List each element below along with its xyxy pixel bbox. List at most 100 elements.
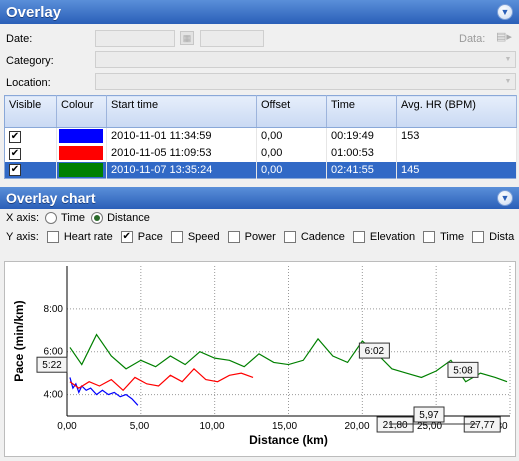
colour-swatch[interactable] xyxy=(59,162,103,177)
y-axis-option-label: Cadence xyxy=(300,231,345,243)
annotation-label: 5:08 xyxy=(453,365,473,376)
x-tick-label: 0,00 xyxy=(57,421,77,432)
start-time-cell: 2010-11-01 11:34:59 xyxy=(106,127,257,145)
y-axis-label: Y axis: xyxy=(6,231,39,243)
annotation-label: 21,80 xyxy=(383,420,408,431)
visible-checkbox[interactable]: ✔ xyxy=(9,147,21,160)
overlay-title: Overlay xyxy=(6,3,62,21)
date-label: Date: xyxy=(6,33,33,45)
chevron-down-icon: ▼ xyxy=(500,6,510,17)
table-row[interactable]: ✔ 2010-11-07 13:35:24 0,00 02:41:55 145 xyxy=(4,161,517,179)
category-label: Category: xyxy=(6,55,54,67)
start-time-cell: 2010-11-05 11:09:53 xyxy=(106,144,257,162)
column-header-visible[interactable]: Visible xyxy=(4,95,57,128)
colour-swatch[interactable] xyxy=(59,129,103,144)
collapse-overlay-button[interactable]: ▼ xyxy=(497,4,513,20)
y-axis-title: Pace (min/km) xyxy=(12,300,26,381)
column-header-offset[interactable]: Offset xyxy=(256,95,327,128)
x-tick-label: 5,00 xyxy=(130,421,150,432)
y-axis-checkbox-heart-rate[interactable] xyxy=(46,231,59,243)
x-axis-option-label: Distance xyxy=(107,212,150,224)
visible-cell[interactable]: ✔ xyxy=(4,127,57,145)
x-tick-label: 10,00 xyxy=(199,421,224,432)
x-tick-label: 25,00 xyxy=(417,421,442,432)
avg-hr-cell xyxy=(396,144,517,162)
annotation-label: 5:22 xyxy=(42,360,62,371)
series-line-0 xyxy=(69,377,139,406)
visible-cell[interactable]: ✔ xyxy=(4,144,57,162)
pace-chart-svg[interactable]: 0,00 5,00 10,00 15,00 20,00 25,00 304:006:008:… xyxy=(5,262,515,456)
overlay-chart-header: Overlay chart ▼ xyxy=(0,187,519,209)
overlay-header: Overlay ▼ xyxy=(0,0,519,24)
data-menu-icon[interactable]: ▤▸ xyxy=(496,30,512,46)
table-header-row: Visible Colour Start time Offset Time Av… xyxy=(4,95,517,128)
y-tick-label: 8:00 xyxy=(44,304,64,315)
time-cell: 00:19:49 xyxy=(326,127,397,145)
y-axis-option-label: Pace xyxy=(137,231,163,243)
y-axis-option-label: Dista xyxy=(489,231,515,243)
category-select[interactable]: ▼ xyxy=(95,51,516,68)
y-tick-label: 6:00 xyxy=(44,347,64,358)
y-axis-checkbox-cadence[interactable] xyxy=(283,231,296,243)
annotation-label: 5,97 xyxy=(419,410,439,421)
chevron-down-icon: ▼ xyxy=(504,78,512,85)
y-axis-option-label: Elevation xyxy=(369,231,416,243)
y-axis-checkbox-speed[interactable] xyxy=(170,231,183,243)
offset-cell[interactable]: 0,00 xyxy=(256,161,327,179)
colour-cell[interactable] xyxy=(56,161,107,179)
y-axis-option-label: Heart rate xyxy=(63,231,113,243)
avg-hr-cell: 153 xyxy=(396,127,517,145)
x-axis-title: Distance (km) xyxy=(249,433,328,447)
x-axis-radio-distance[interactable] xyxy=(91,212,104,224)
calendar-icon[interactable]: ▦ xyxy=(180,31,194,45)
y-axis-checkbox-elevation[interactable] xyxy=(352,231,365,243)
data-label: Data: xyxy=(459,33,486,45)
y-axis-checkbox-dista[interactable] xyxy=(472,231,485,243)
y-axis-checkbox-power[interactable] xyxy=(227,231,240,243)
date-from-field[interactable] xyxy=(95,30,175,47)
y-axis-option-label: Power xyxy=(244,231,276,243)
offset-cell[interactable]: 0,00 xyxy=(256,144,327,162)
visible-checkbox[interactable]: ✔ xyxy=(9,164,21,177)
annotation-label: 6:02 xyxy=(365,346,385,357)
collapse-chart-button[interactable]: ▼ xyxy=(497,190,513,206)
y-axis-checkbox-pace[interactable]: ✔ xyxy=(120,231,133,243)
colour-swatch[interactable] xyxy=(59,146,103,160)
location-label: Location: xyxy=(6,77,51,89)
chevron-down-icon: ▼ xyxy=(500,192,510,203)
overlay-chart[interactable]: 0,00 5,00 10,00 15,00 20,00 25,00 30 4:00 6:00 8:… xyxy=(4,261,516,457)
chevron-down-icon: ▼ xyxy=(504,56,512,63)
x-axis-option-label: Time xyxy=(61,212,86,224)
colour-cell[interactable] xyxy=(56,144,107,162)
location-select[interactable]: ▼ xyxy=(95,73,516,90)
column-header-start-time[interactable]: Start time xyxy=(106,95,257,128)
y-tick-label: 4:00 xyxy=(44,390,64,401)
table-row[interactable]: ✔ 2010-11-05 11:09:53 0,00 01:00:53 xyxy=(4,144,517,162)
colour-cell[interactable] xyxy=(56,127,107,145)
time-cell: 02:41:55 xyxy=(326,161,397,179)
annotation-label: 27,77 xyxy=(470,420,495,431)
y-axis-option-label: Speed xyxy=(187,231,220,243)
time-cell: 01:00:53 xyxy=(326,144,397,162)
visible-cell[interactable]: ✔ xyxy=(4,161,57,179)
avg-hr-cell: 145 xyxy=(396,161,517,179)
y-axis-option-label: Time xyxy=(440,231,465,243)
start-time-cell: 2010-11-07 13:35:24 xyxy=(106,161,257,179)
x-tick-label: 15,00 xyxy=(272,421,297,432)
column-header-time[interactable]: Time xyxy=(326,95,397,128)
offset-cell[interactable]: 0,00 xyxy=(256,127,327,145)
series-line-1 xyxy=(69,368,254,392)
y-axis-options: Y axis: Heart rate ✔ Pace Speed Power Cadence… xyxy=(6,231,519,243)
overlay-chart-title: Overlay chart xyxy=(6,190,96,206)
x-tick-label: 20,00 xyxy=(344,421,369,432)
visible-checkbox[interactable]: ✔ xyxy=(9,130,21,143)
date-to-field[interactable] xyxy=(200,30,264,47)
y-axis-checkbox-time[interactable] xyxy=(423,231,436,243)
table-row[interactable]: ✔ 2010-11-01 11:34:59 0,00 00:19:49 153 xyxy=(4,127,517,145)
column-header-colour[interactable]: Colour xyxy=(56,95,107,128)
x-axis-label: X axis: xyxy=(6,212,40,224)
x-axis-radio-time[interactable] xyxy=(45,212,58,224)
x-axis-options: X axis: Time Distance xyxy=(6,212,150,224)
column-header-avg-hr[interactable]: Avg. HR (BPM) xyxy=(396,95,517,128)
overlay-activities-table: Visible Colour Start time Offset Time Av… xyxy=(4,95,517,179)
